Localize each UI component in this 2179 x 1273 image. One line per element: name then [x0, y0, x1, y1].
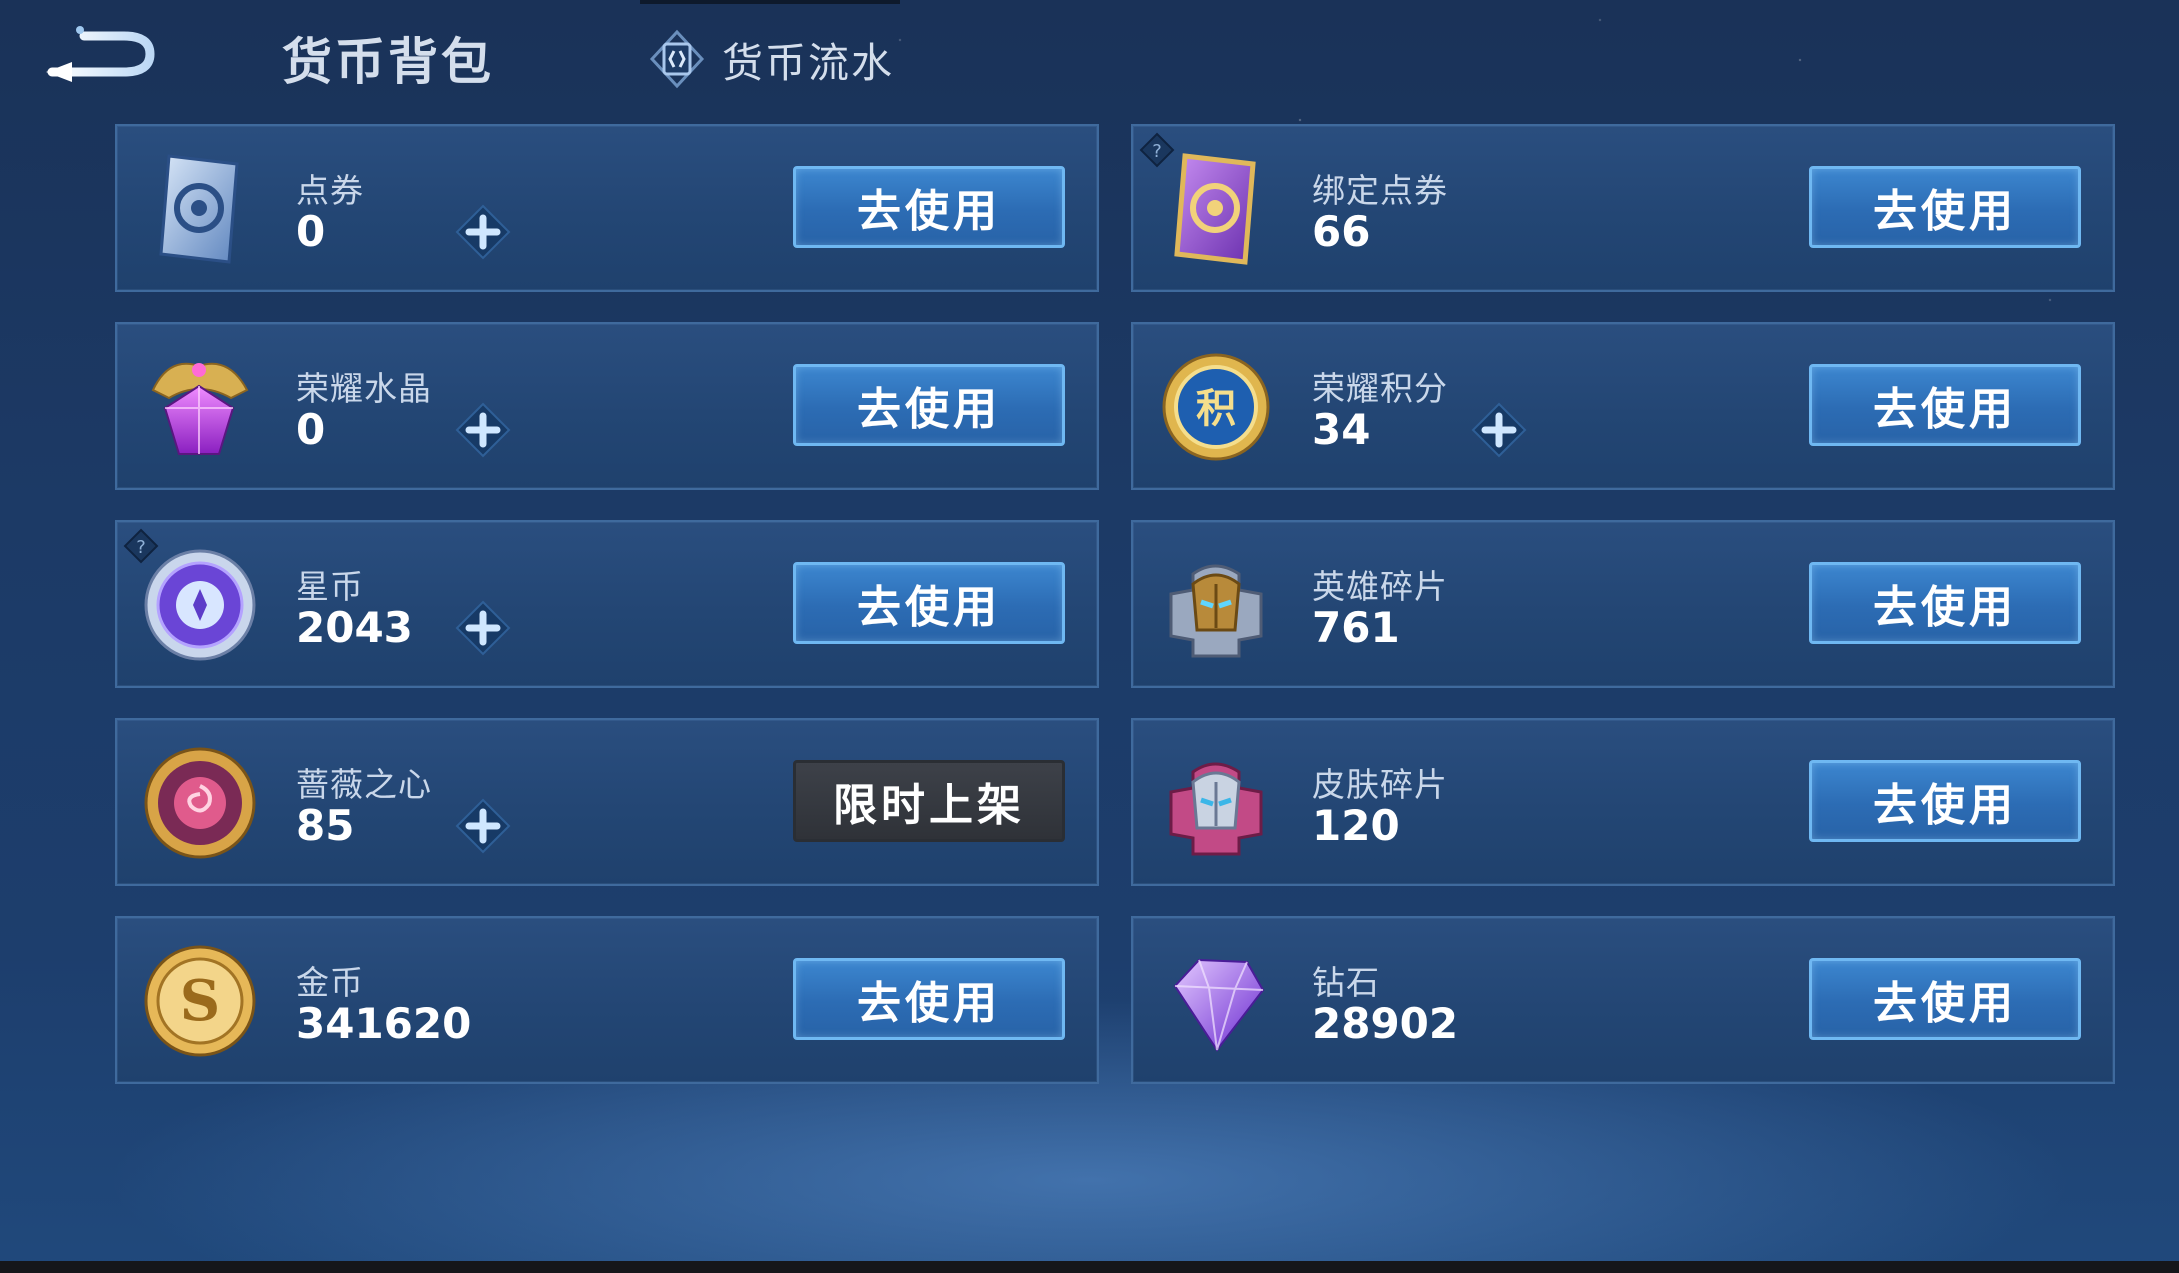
currency-amount: 0 — [296, 207, 326, 256]
currency-amount: 0 — [296, 405, 326, 454]
svg-text:S: S — [180, 968, 220, 1034]
currency-name: 钻石 — [1312, 963, 1380, 1002]
use-button[interactable]: 去使用 — [1809, 562, 2081, 644]
currency-name: 英雄碎片 — [1312, 567, 1448, 606]
currency-card-rose-heart: 蔷薇之心 85 限时上架 — [115, 718, 1099, 886]
add-plus-icon[interactable] — [453, 796, 513, 856]
add-plus-icon[interactable] — [453, 202, 513, 262]
use-button[interactable]: 去使用 — [793, 364, 1065, 446]
header: 货币背包 货币流水 — [0, 0, 2179, 120]
use-button[interactable]: 去使用 — [793, 166, 1065, 248]
diamond-icon — [1173, 958, 1265, 1052]
currency-amount: 34 — [1312, 405, 1371, 454]
hero-fragment-icon — [1169, 564, 1263, 658]
currency-name: 点券 — [296, 171, 364, 210]
limited-time-button[interactable]: 限时上架 — [793, 760, 1065, 842]
use-button[interactable]: 去使用 — [1809, 166, 2081, 248]
add-plus-icon[interactable] — [453, 598, 513, 658]
currency-name: 绑定点券 — [1312, 171, 1448, 210]
use-button[interactable]: 去使用 — [1809, 760, 2081, 842]
currency-amount: 120 — [1312, 801, 1400, 850]
currency-grid: 点券 0 去使用 ? 绑定点券 66 去使用 荣耀水晶 0 去使用 积 荣耀积分… — [115, 124, 2116, 1084]
currency-card-bound-voucher: ? 绑定点券 66 去使用 — [1131, 124, 2115, 292]
glory-crystal-icon — [151, 362, 249, 455]
currency-name: 星币 — [296, 567, 364, 606]
back-button[interactable] — [42, 22, 160, 84]
currency-name: 皮肤碎片 — [1312, 765, 1448, 804]
gold-coin-icon: S — [144, 945, 256, 1057]
use-button[interactable]: 去使用 — [793, 562, 1065, 644]
currency-amount: 28902 — [1312, 999, 1459, 1048]
currency-card-hero-fragment: 英雄碎片 761 去使用 — [1131, 520, 2115, 688]
currency-amount: 341620 — [296, 999, 472, 1048]
flow-icon — [649, 29, 705, 89]
currency-card-gold-coin: S 金币 341620 去使用 — [115, 916, 1099, 1084]
currency-name: 荣耀积分 — [1312, 369, 1448, 408]
currency-amount: 761 — [1312, 603, 1400, 652]
skin-fragment-icon — [1169, 762, 1263, 856]
use-button[interactable]: 去使用 — [793, 958, 1065, 1040]
currency-card-skin-fragment: 皮肤碎片 120 去使用 — [1131, 718, 2115, 886]
rose-heart-icon — [144, 747, 256, 859]
use-button[interactable]: 去使用 — [1809, 364, 2081, 446]
bottom-bar — [0, 1261, 2179, 1273]
glory-points-icon: 积 — [1162, 353, 1270, 461]
currency-flow-tab[interactable]: 货币流水 — [646, 26, 894, 92]
bound-voucher-icon — [1174, 153, 1256, 265]
currency-card-voucher: 点券 0 去使用 — [115, 124, 1099, 292]
top-divider — [640, 0, 900, 4]
star-coin-icon — [144, 549, 256, 661]
currency-card-diamond: 钻石 28902 去使用 — [1131, 916, 2115, 1084]
currency-amount: 85 — [296, 801, 355, 850]
currency-name: 蔷薇之心 — [296, 765, 432, 804]
use-button[interactable]: 去使用 — [1809, 958, 2081, 1040]
page-title: 货币背包 — [282, 33, 494, 91]
add-plus-icon[interactable] — [453, 400, 513, 460]
currency-card-star-coin: ? 星币 2043 去使用 — [115, 520, 1099, 688]
add-plus-icon[interactable] — [1469, 400, 1529, 460]
back-arrow-icon — [46, 26, 155, 82]
svg-text:积: 积 — [1196, 386, 1236, 432]
voucher-icon — [159, 154, 239, 264]
currency-amount: 2043 — [296, 603, 413, 652]
currency-name: 荣耀水晶 — [296, 369, 432, 408]
currency-amount: 66 — [1312, 207, 1371, 256]
flow-tab-label: 货币流水 — [722, 39, 894, 87]
currency-name: 金币 — [296, 963, 364, 1002]
currency-card-glory-crystal: 荣耀水晶 0 去使用 — [115, 322, 1099, 490]
currency-card-glory-points: 积 荣耀积分 34 去使用 — [1131, 322, 2115, 490]
